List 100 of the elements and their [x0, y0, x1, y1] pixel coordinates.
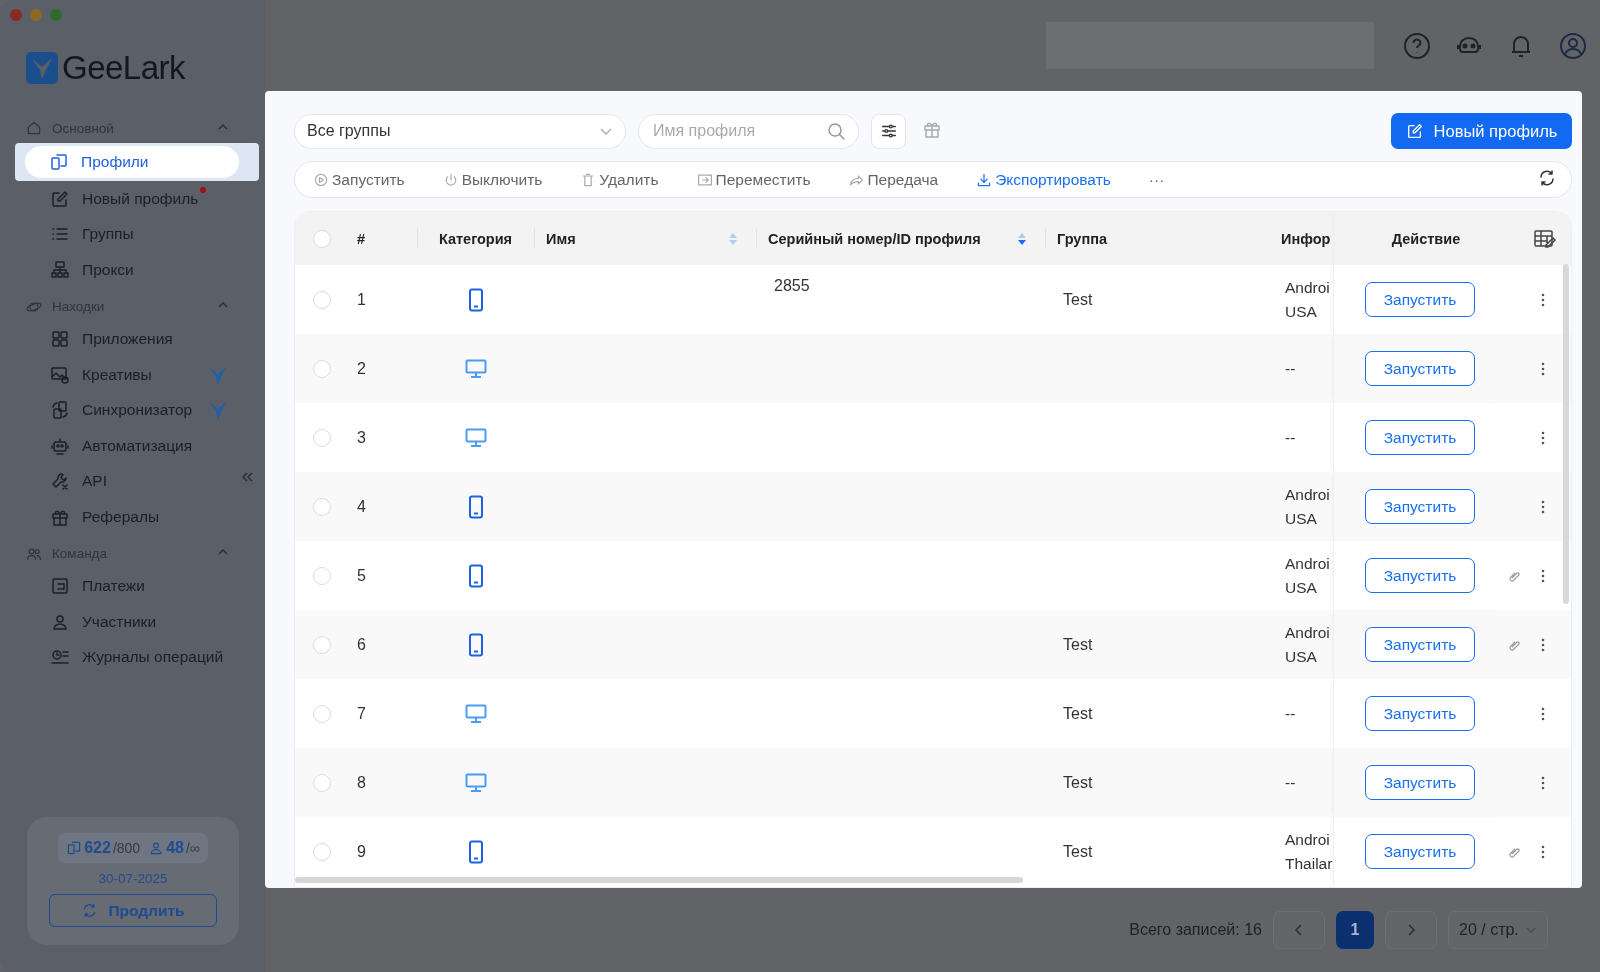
checkbox[interactable] [313, 229, 331, 248]
checkbox[interactable] [313, 635, 331, 654]
row-number: 9 [357, 842, 366, 861]
row-number: 6 [357, 635, 366, 654]
edit-icon [1405, 122, 1424, 140]
monitor-icon [464, 427, 487, 448]
serial-number: 2855 [774, 277, 810, 295]
nav-item[interactable]: Приложения [15, 323, 259, 356]
logo-icon [26, 52, 58, 84]
filter-button[interactable] [871, 113, 906, 149]
group-name: Test [1063, 635, 1093, 654]
page-size-select[interactable]: 20 / стр. [1448, 911, 1548, 949]
nav-item[interactable]: Журналы операций [15, 641, 259, 674]
phone-icon [467, 839, 484, 864]
toolbar-action[interactable]: Переместить [696, 170, 811, 189]
nav-item[interactable]: Участники [15, 605, 259, 638]
toolbar-action[interactable]: Экспортировать [976, 170, 1111, 189]
wallet-icon [50, 576, 70, 597]
info-text: Androi [1285, 623, 1330, 642]
launch-button[interactable]: Запустить [1365, 765, 1475, 800]
checkbox[interactable] [313, 359, 331, 378]
launch-button[interactable]: Запустить [1365, 834, 1475, 869]
row-number: 8 [357, 773, 366, 792]
group-select[interactable]: Все группы [294, 113, 626, 149]
new-profile-button[interactable]: Новый профиль [1391, 113, 1572, 149]
checkbox[interactable] [313, 290, 331, 309]
launch-button[interactable]: Запустить [1365, 351, 1475, 386]
info-text: Thailar [1285, 854, 1333, 873]
more-icon[interactable] [1541, 637, 1545, 652]
profile-limit: /800 [112, 840, 141, 856]
checkbox[interactable] [313, 428, 331, 447]
chevron-right-icon [1405, 923, 1417, 937]
launch-button[interactable]: Запустить [1365, 627, 1475, 662]
checkbox[interactable] [313, 704, 331, 723]
previous-page-button[interactable] [1273, 911, 1325, 949]
grid-icon [50, 329, 70, 350]
next-page-button[interactable] [1385, 911, 1437, 949]
column-header: Инфор [1281, 230, 1331, 247]
nav-item[interactable]: Креативы [15, 358, 259, 391]
nav-item[interactable]: Новый профиль [15, 182, 259, 215]
more-icon[interactable] [1541, 844, 1545, 859]
toolbar-action[interactable]: ··· [1148, 170, 1165, 189]
column-header: Имя [546, 230, 576, 247]
profile-count: 622 [84, 839, 111, 857]
nav-item[interactable]: Прокси [15, 253, 259, 286]
launch-button[interactable]: Запустить [1365, 558, 1475, 593]
search-field[interactable]: Имя профиля [638, 113, 859, 149]
toolbar-action[interactable]: Выключить [442, 170, 543, 189]
image-icon [50, 364, 70, 385]
user-avatar-icon[interactable] [1558, 30, 1588, 61]
more-icon[interactable] [1541, 430, 1545, 445]
member-count: 48 [166, 839, 184, 857]
column-header: Группа [1057, 230, 1107, 247]
nav-item[interactable]: Автоматизация [15, 429, 259, 462]
checkbox[interactable] [313, 566, 331, 585]
info-text: Androi [1285, 830, 1330, 849]
total-records: Всего записей: 16 [1129, 921, 1262, 939]
sliders-icon [879, 122, 898, 140]
row-number: 5 [357, 566, 366, 585]
checkbox[interactable] [313, 842, 331, 861]
collapse-icon[interactable] [240, 470, 254, 484]
vertical-scrollbar[interactable] [1563, 264, 1569, 604]
checkbox[interactable] [313, 497, 331, 516]
search-input[interactable]: Имя профиля [651, 121, 826, 141]
nav-item[interactable]: Профили [25, 146, 239, 178]
wrench-icon [50, 471, 70, 492]
toolbar-action[interactable]: Передача [848, 170, 939, 189]
more-icon[interactable] [1541, 568, 1545, 583]
close-light[interactable] [10, 9, 22, 21]
launch-button[interactable]: Запустить [1365, 420, 1475, 455]
help-icon[interactable] [1402, 30, 1432, 61]
devices-icon [66, 840, 83, 856]
refresh-icon[interactable] [1537, 167, 1557, 188]
launch-button[interactable]: Запустить [1365, 489, 1475, 524]
more-icon[interactable] [1541, 292, 1545, 307]
toolbar-action[interactable]: Запустить [313, 170, 405, 189]
launch-button[interactable]: Запустить [1365, 696, 1475, 731]
launch-button[interactable]: Запустить [1365, 282, 1475, 317]
row-number: 3 [357, 428, 366, 447]
checkbox[interactable] [313, 773, 331, 792]
group-name: Test [1063, 290, 1093, 309]
nav-item[interactable]: Группы [15, 218, 259, 251]
sync-icon [50, 400, 70, 421]
toolbar-action[interactable]: Удалить [580, 170, 659, 189]
page-button[interactable]: 1 [1336, 911, 1374, 949]
nav-item[interactable]: Платежи [15, 570, 259, 603]
minimize-light[interactable] [30, 9, 42, 21]
nav-item[interactable]: API [15, 465, 259, 498]
more-icon[interactable] [1541, 499, 1545, 514]
phone-icon [467, 632, 484, 657]
download-icon [976, 171, 993, 188]
more-icon[interactable] [1541, 706, 1545, 721]
nav-item[interactable]: Рефералы [15, 500, 259, 533]
horizontal-scrollbar[interactable] [295, 877, 1023, 883]
nav-item[interactable]: Синхронизатор [15, 394, 259, 427]
table-settings-icon[interactable] [1532, 227, 1557, 250]
play-icon [313, 171, 329, 188]
more-icon[interactable] [1541, 775, 1545, 790]
column-header: Категория [438, 230, 513, 247]
more-icon[interactable] [1541, 361, 1545, 376]
